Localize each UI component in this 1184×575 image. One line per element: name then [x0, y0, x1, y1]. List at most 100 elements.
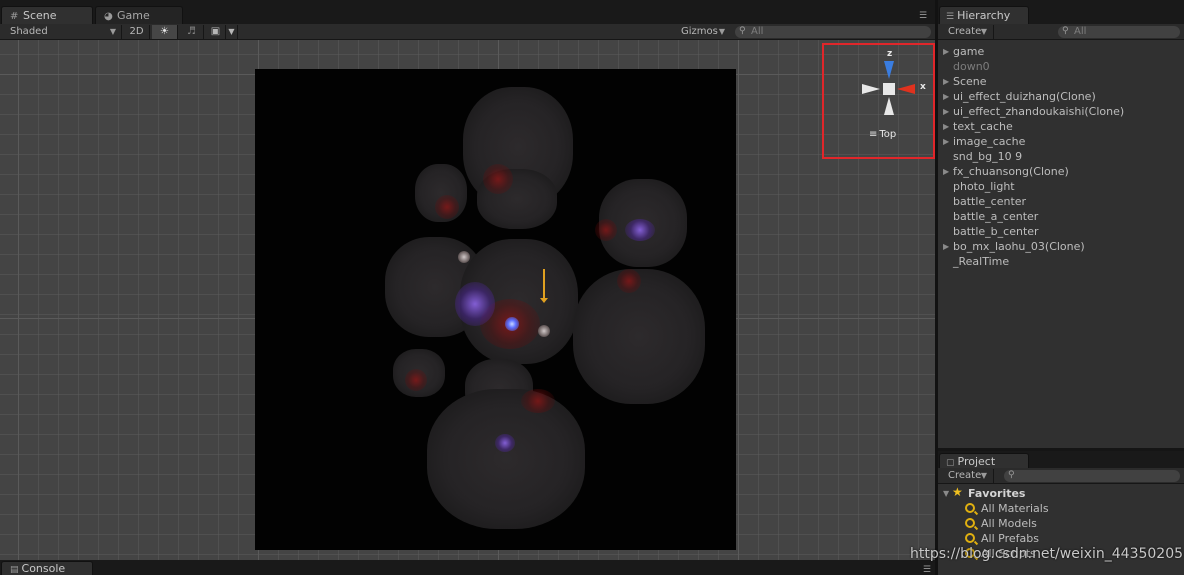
hierarchy-item[interactable]: ▶ text_cache — [938, 119, 1184, 134]
hierarchy-panel: ☰ Hierarchy Create ▼ ⚲ All ▶ game down0 ▶ Sce… — [938, 0, 1184, 448]
hierarchy-item-label: down0 — [953, 60, 990, 73]
hierarchy-item[interactable]: ▶ image_cache — [938, 134, 1184, 149]
expand-right-icon[interactable]: ▶ — [943, 134, 949, 149]
hierarchy-item-label: image_cache — [953, 135, 1026, 148]
search-icon — [965, 518, 975, 528]
terrain-island — [573, 269, 705, 404]
tab-game[interactable]: ◕ Game — [95, 6, 183, 24]
tab-scene-label: Scene — [23, 9, 57, 22]
view-mode-label: Top — [879, 129, 897, 140]
star-icon: ★ — [952, 485, 963, 499]
hierarchy-create-dropdown[interactable]: Create ▼ — [938, 25, 994, 39]
scene-viewport[interactable] — [0, 40, 935, 560]
hierarchy-list: ▶ game down0 ▶ Scene ▶ ui_effect_duizhang(Clon… — [938, 44, 1184, 269]
purple-glow — [625, 219, 655, 241]
gizmo-neg-z-axis-cone[interactable] — [884, 97, 894, 115]
create-label: Create — [948, 470, 982, 481]
scene-search-input[interactable]: ⚲ All — [735, 26, 931, 38]
gizmo-center-cube[interactable] — [883, 83, 895, 95]
hierarchy-item-label: _RealTime — [953, 255, 1010, 268]
project-search-input[interactable]: ⚲ — [1004, 470, 1180, 482]
expand-right-icon[interactable]: ▶ — [943, 119, 949, 134]
object-marker — [458, 251, 470, 263]
gizmo-x-axis-cone[interactable] — [897, 84, 915, 94]
hierarchy-item-label: photo_light — [953, 180, 1015, 193]
hierarchy-tabbar: ☰ Hierarchy — [938, 0, 1184, 24]
grid-line — [738, 40, 739, 560]
search-icon — [965, 533, 975, 543]
tab-project[interactable]: ▢ Project — [939, 453, 1029, 468]
favorites-item[interactable]: All Prefabs — [938, 531, 1184, 546]
favorites-item-label: All Prefabs — [981, 532, 1039, 545]
expand-right-icon[interactable]: ▶ — [943, 104, 949, 119]
favorites-item-label: All Materials — [981, 502, 1049, 515]
blue-light — [505, 317, 519, 331]
expand-right-icon[interactable]: ▶ — [943, 74, 949, 89]
hierarchy-item-label: battle_a_center — [953, 210, 1039, 223]
hierarchy-item[interactable]: battle_b_center — [938, 224, 1184, 239]
favorites-item[interactable]: All Materials — [938, 501, 1184, 516]
terrain-island — [427, 389, 585, 529]
orientation-gizmo[interactable]: z x ≡ Top — [822, 43, 935, 159]
favorites-item[interactable]: All Models — [938, 516, 1184, 531]
scene-lighting-toggle[interactable]: ☀ — [152, 25, 178, 39]
console-icon: ▤ — [10, 565, 19, 575]
red-glow — [595, 219, 617, 241]
object-marker — [538, 325, 550, 337]
project-create-dropdown[interactable]: Create ▼ — [938, 469, 994, 483]
expand-right-icon[interactable]: ▶ — [943, 239, 949, 254]
hierarchy-item[interactable]: battle_center — [938, 194, 1184, 209]
hierarchy-item[interactable]: _RealTime — [938, 254, 1184, 269]
hierarchy-item[interactable]: battle_a_center — [938, 209, 1184, 224]
shading-mode-dropdown[interactable]: Shaded ▼ — [0, 25, 122, 39]
chevron-down-icon: ▼ — [109, 27, 116, 36]
tab-hierarchy[interactable]: ☰ Hierarchy — [939, 6, 1029, 24]
hierarchy-item[interactable]: ▶ game — [938, 44, 1184, 59]
menu-lines-icon: ≡ — [869, 129, 878, 140]
search-icon — [965, 503, 975, 513]
scene-audio-toggle[interactable]: ♬ — [180, 25, 204, 39]
gizmos-dropdown[interactable]: Gizmos ▼ — [676, 25, 730, 39]
gizmo-z-label: z — [887, 49, 893, 59]
red-glow — [521, 389, 555, 413]
panel-menu-icon[interactable]: ☰ — [923, 565, 931, 575]
hierarchy-item-label: Scene — [953, 75, 987, 88]
tab-console[interactable]: ▤ Console — [1, 561, 93, 575]
hierarchy-item-label: ui_effect_duizhang(Clone) — [953, 90, 1096, 103]
scene-tabbar: # Scene ◕ Game ☰ — [0, 0, 935, 24]
chevron-down-icon: ▼ — [980, 471, 987, 480]
hierarchy-item[interactable]: ▶ fx_chuansong(Clone) — [938, 164, 1184, 179]
hierarchy-item[interactable]: snd_bg_10 9 — [938, 149, 1184, 164]
hierarchy-toolbar: Create ▼ ⚲ All — [938, 24, 1184, 40]
favorites-item-label: All Models — [981, 517, 1037, 530]
scene-toolbar: Shaded ▼ 2D ☀ ♬ ▣ ▼ Gizmos ▼ ⚲ All — [0, 24, 935, 40]
shading-mode-value: Shaded — [10, 26, 48, 37]
hierarchy-item[interactable]: ▶ ui_effect_zhandoukaishi(Clone) — [938, 104, 1184, 119]
chevron-down-icon: ▼ — [228, 27, 235, 36]
direction-arrow — [540, 269, 548, 303]
view-mode-toggle[interactable]: ≡ Top — [869, 129, 896, 140]
gizmo-z-axis-cone[interactable] — [884, 61, 894, 79]
console-tabbar: ▤ Console ☰ — [0, 560, 935, 575]
expand-right-icon[interactable]: ▶ — [943, 44, 949, 59]
grid-line — [18, 40, 19, 560]
expand-right-icon[interactable]: ▶ — [943, 89, 949, 104]
scene-effects-toggle[interactable]: ▣ — [206, 25, 226, 39]
panel-menu-icon[interactable]: ☰ — [919, 12, 931, 21]
hierarchy-search-input[interactable]: ⚲ All — [1058, 26, 1180, 38]
tab-scene[interactable]: # Scene — [1, 6, 93, 24]
mode-2d-toggle[interactable]: 2D — [124, 25, 150, 39]
gizmo-neg-x-axis-cone[interactable] — [862, 84, 880, 94]
red-glow — [617, 269, 641, 293]
favorites-label: Favorites — [968, 487, 1026, 500]
hierarchy-item[interactable]: down0 — [938, 59, 1184, 74]
hierarchy-item[interactable]: ▶ Scene — [938, 74, 1184, 89]
hierarchy-item[interactable]: ▶ bo_mx_laohu_03(Clone) — [938, 239, 1184, 254]
hierarchy-item-label: game — [953, 45, 985, 58]
hierarchy-item[interactable]: ▶ ui_effect_duizhang(Clone) — [938, 89, 1184, 104]
expand-right-icon[interactable]: ▶ — [943, 164, 949, 179]
list-icon: ☰ — [946, 12, 955, 22]
effects-dropdown[interactable]: ▼ — [226, 25, 238, 39]
hierarchy-item[interactable]: photo_light — [938, 179, 1184, 194]
favorites-folder[interactable]: ▼ ★ Favorites — [938, 485, 1184, 501]
